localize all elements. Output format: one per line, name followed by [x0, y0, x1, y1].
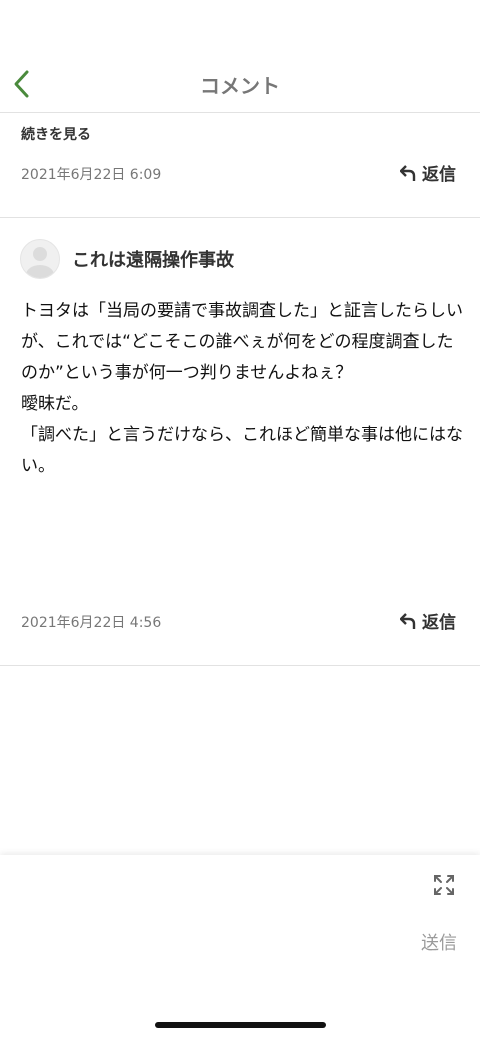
reply-icon — [400, 164, 416, 181]
comment-author[interactable]: これは遠隔操作事故 — [20, 238, 234, 280]
expand-button[interactable] — [432, 873, 456, 897]
reply-label: 返信 — [422, 165, 456, 185]
comment-meta-row: 2021年6月22日 4:56 返信 — [0, 606, 480, 636]
page-title: コメント — [200, 74, 280, 98]
user-placeholder-icon — [26, 247, 54, 278]
comment-composer: 送信 — [0, 855, 480, 1039]
timestamp: 2021年6月22日 6:09 — [21, 167, 162, 183]
timestamp: 2021年6月22日 4:56 — [21, 615, 162, 631]
divider — [0, 665, 480, 666]
expand-icon — [434, 875, 454, 895]
comment-meta-row: 2021年6月22日 6:09 返信 — [0, 158, 480, 188]
app-header: コメント — [0, 0, 480, 113]
reply-icon — [400, 612, 416, 629]
divider — [0, 217, 480, 218]
reply-button[interactable]: 返信 — [400, 608, 456, 633]
reply-label: 返信 — [422, 613, 456, 633]
reply-button[interactable]: 返信 — [400, 160, 456, 185]
author-name: これは遠隔操作事故 — [72, 250, 234, 271]
comment-text: トヨタは「当局の要請で事故調査した」と証言したらしいが、これでは“どこそこの誰べ… — [21, 301, 463, 476]
send-button[interactable]: 送信 — [421, 929, 457, 955]
show-more-link[interactable]: 続きを見る — [21, 124, 91, 144]
home-indicator — [155, 1022, 326, 1028]
avatar — [20, 239, 60, 279]
